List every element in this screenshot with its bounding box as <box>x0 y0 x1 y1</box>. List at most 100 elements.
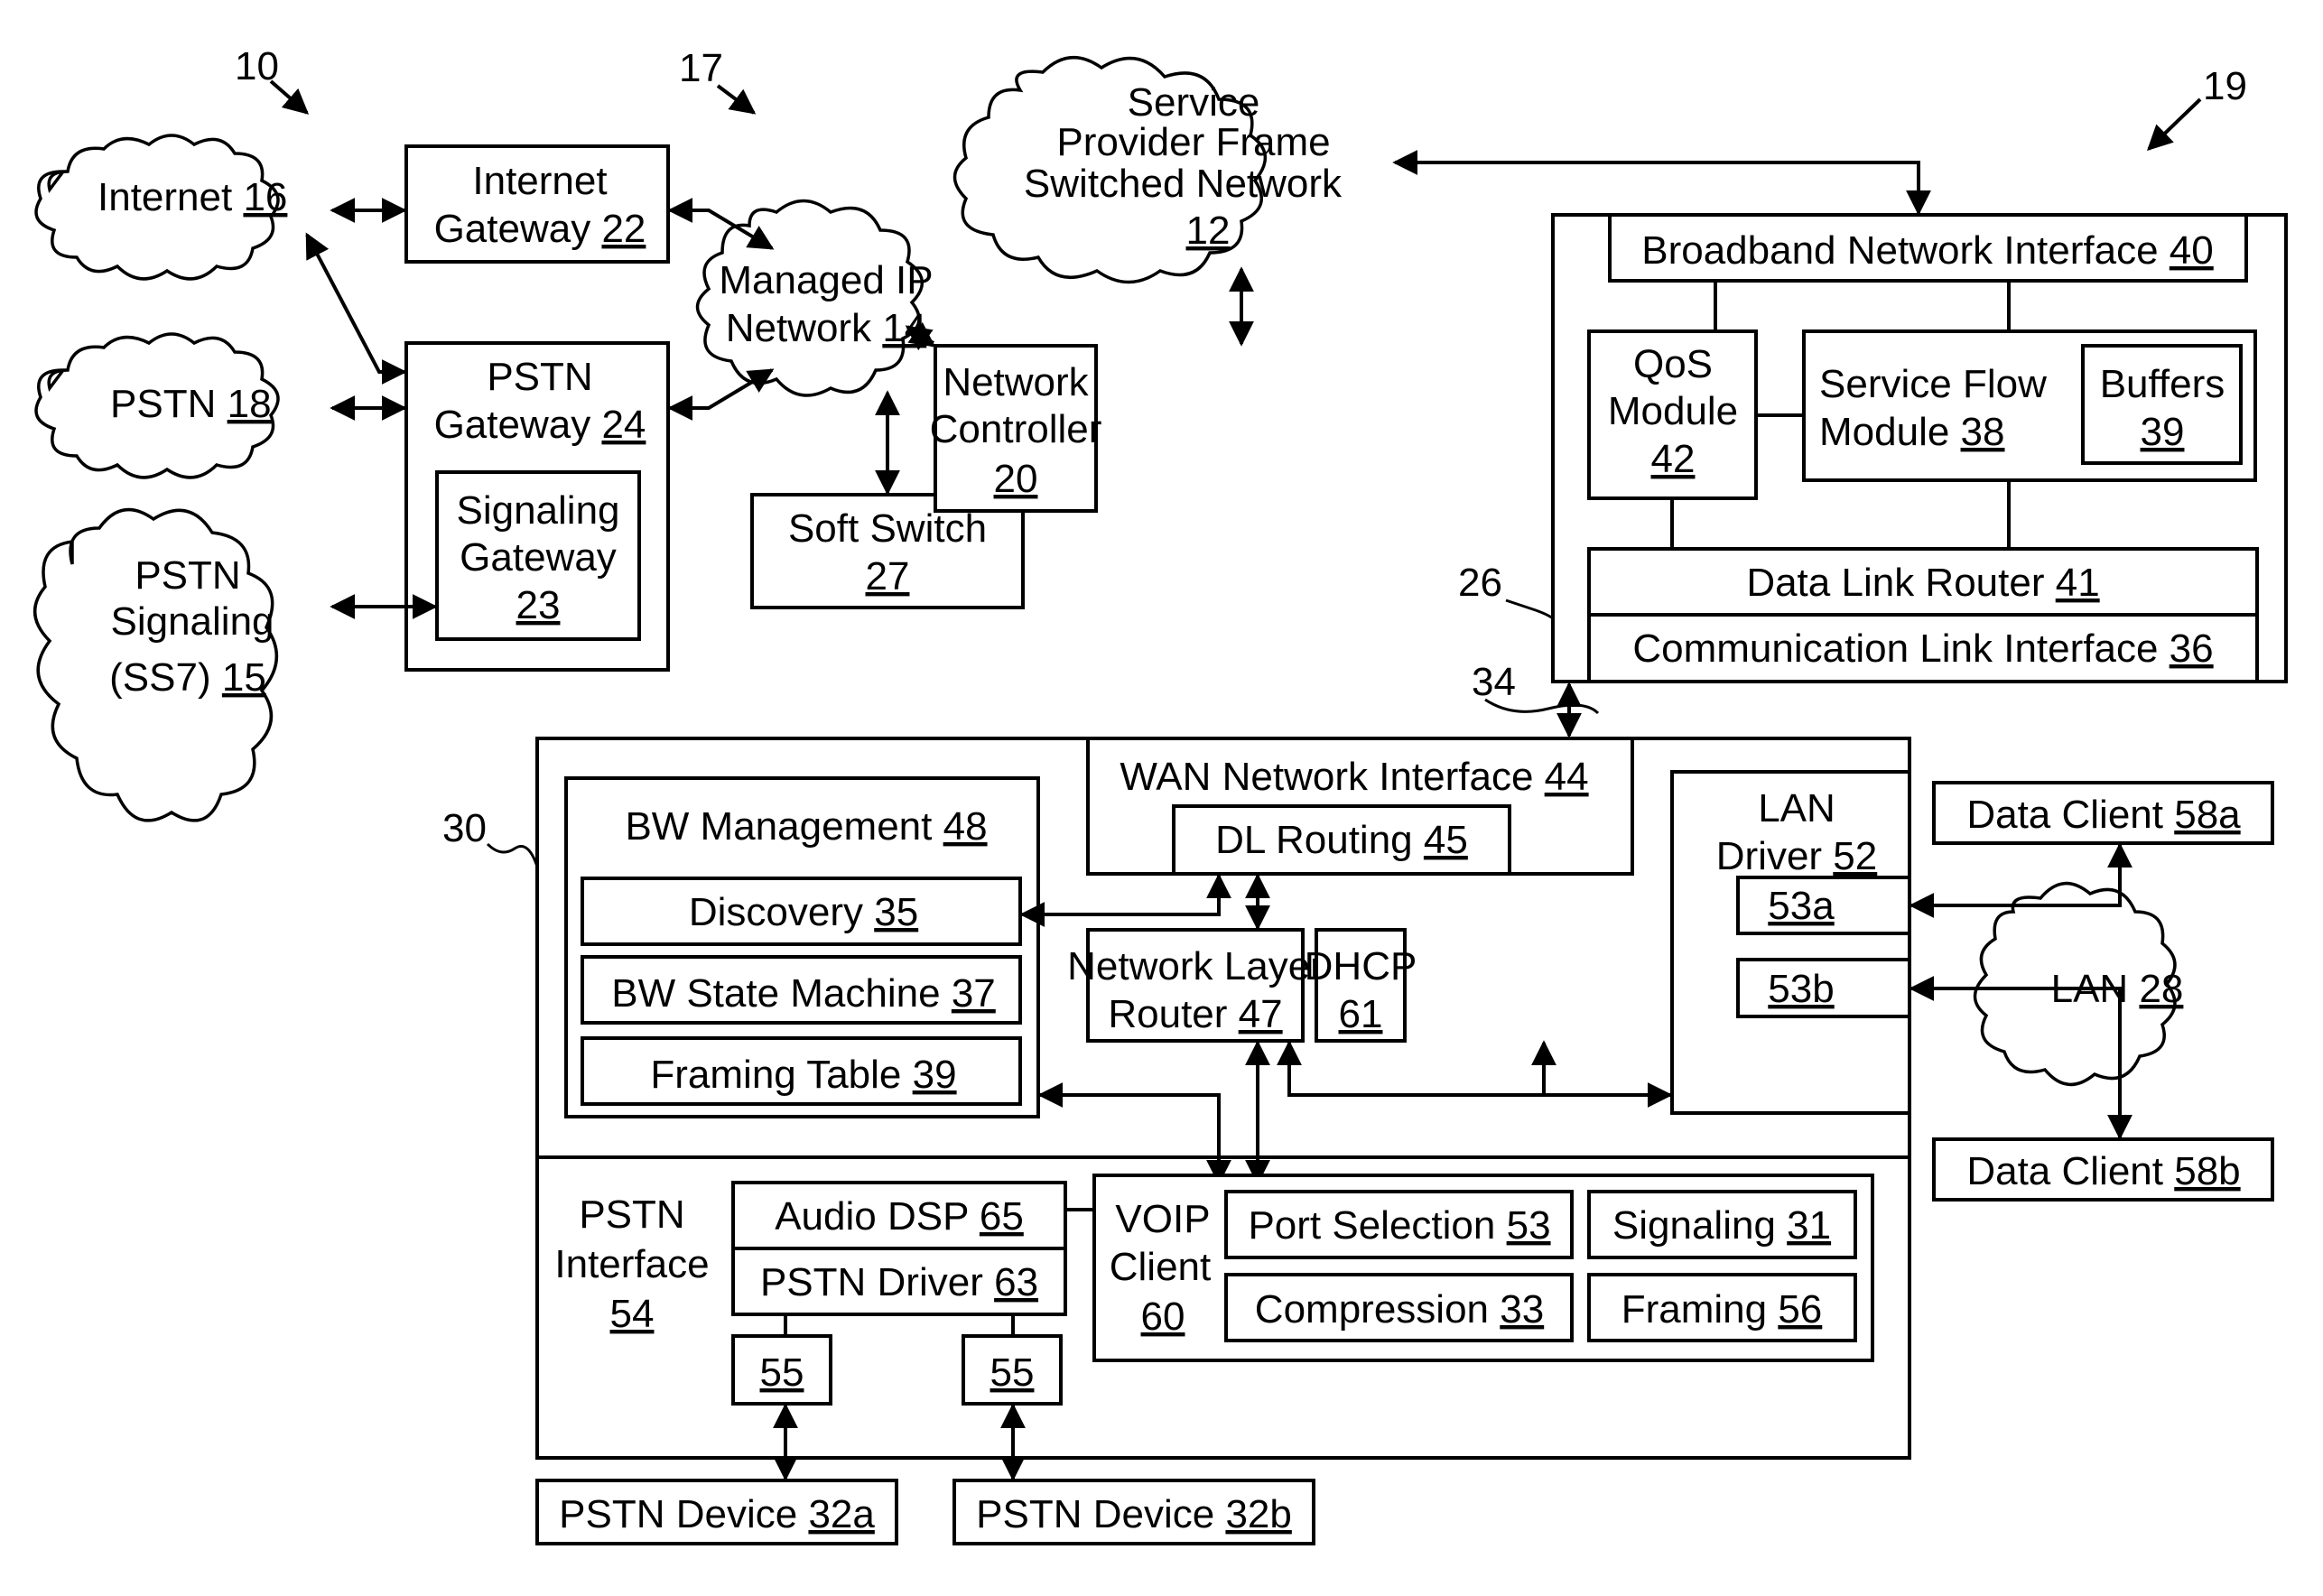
svg-text:Router 47: Router 47 <box>1108 992 1282 1036</box>
svg-text:Network: Network <box>943 360 1089 404</box>
svg-text:Interface: Interface <box>554 1242 709 1286</box>
svg-text:Internet: Internet <box>472 159 607 203</box>
svg-text:Managed IP: Managed IP <box>719 258 933 302</box>
leader-line-26 <box>1505 598 1554 620</box>
cloud-service-provider-network[interactable]: Service Provider Frame Switched Network … <box>952 55 1343 284</box>
access-device[interactable]: BW Management 48 Discovery 35 BW State M… <box>535 737 1911 1460</box>
svg-text:Data Link Router 41: Data Link Router 41 <box>1746 561 2099 605</box>
internet-gateway[interactable]: Internet Gateway 22 <box>404 144 670 264</box>
svg-text:Framing Table 39: Framing Table 39 <box>650 1053 956 1097</box>
bw-management[interactable]: BW Management 48 Discovery 35 BW State M… <box>564 776 1040 1118</box>
svg-text:Framing 56: Framing 56 <box>1621 1287 1823 1332</box>
svg-text:Switched Network: Switched Network <box>1024 162 1343 206</box>
ref-label-30: 30 <box>442 806 487 850</box>
svg-text:55: 55 <box>990 1350 1035 1395</box>
dhcp[interactable]: DHCP 61 <box>1305 928 1417 1043</box>
bw-state-machine[interactable]: BW State Machine 37 <box>581 955 1022 1025</box>
svg-text:20: 20 <box>994 457 1038 501</box>
port-selection[interactable]: Port Selection 53 <box>1224 1190 1574 1259</box>
pstn-device-32b[interactable]: PSTN Device 32b <box>952 1479 1315 1545</box>
data-link-router[interactable]: Data Link Router 41 <box>1587 547 2259 617</box>
service-flow-module[interactable]: Service Flow Module 38 Buffers 39 <box>1802 329 2257 482</box>
port-53a[interactable]: 53a <box>1736 876 1911 935</box>
svg-text:Network 14: Network 14 <box>726 306 927 350</box>
network-diagram: 10 17 19 Internet 16 PSTN 18 PSTN Signal… <box>33 44 2288 1545</box>
svg-text:17: 17 <box>679 46 723 90</box>
cloud-pstn-signaling[interactable]: PSTN Signaling (SS7) 15 <box>33 507 278 822</box>
port-55-b[interactable]: 55 <box>962 1334 1063 1406</box>
wan-network-interface[interactable]: WAN Network Interface 44 DL Routing 45 <box>1086 737 1634 876</box>
leader-line-30 <box>486 842 539 868</box>
cloud-pstn[interactable]: PSTN 18 <box>34 332 280 479</box>
cloud-lan[interactable]: LAN 28 <box>1973 881 2184 1087</box>
svg-text:23: 23 <box>516 583 561 627</box>
svg-text:19: 19 <box>2203 64 2247 108</box>
signaling[interactable]: Signaling 31 <box>1587 1190 1857 1259</box>
framing[interactable]: Framing 56 <box>1587 1273 1857 1342</box>
svg-text:Data Client 58a: Data Client 58a <box>1966 793 2241 837</box>
svg-text:12: 12 <box>1186 209 1231 253</box>
audio-dsp[interactable]: Audio DSP 65 <box>731 1181 1067 1250</box>
data-client-58a[interactable]: Data Client 58a <box>1932 781 2274 845</box>
svg-text:Data Client 58b: Data Client 58b <box>1966 1149 2240 1193</box>
svg-text:Network Layer: Network Layer <box>1067 944 1324 988</box>
svg-text:BW State Machine 37: BW State Machine 37 <box>611 971 996 1016</box>
framing-table[interactable]: Framing Table 39 <box>581 1036 1022 1106</box>
cloud-managed-ip-network[interactable]: Managed IP Network 14 <box>695 199 934 397</box>
qos-module[interactable]: QoS Module 42 <box>1587 329 1758 500</box>
dl-routing[interactable]: DL Routing 45 <box>1172 804 1511 876</box>
ref-label-10: 10 <box>235 44 310 115</box>
svg-text:55: 55 <box>760 1350 804 1395</box>
port-55-a[interactable]: 55 <box>731 1334 832 1406</box>
communication-link-interface[interactable]: Communication Link Interface 36 <box>1587 613 2259 683</box>
svg-text:PSTN: PSTN <box>487 355 592 399</box>
svg-text:LAN: LAN <box>1758 786 1835 830</box>
ref-label-26: 26 <box>1458 561 1502 605</box>
svg-text:Soft Switch: Soft Switch <box>788 506 987 551</box>
svg-text:Broadband Network Interface 40: Broadband Network Interface 40 <box>1641 228 2214 273</box>
pstn-driver[interactable]: PSTN Driver 63 <box>731 1247 1067 1316</box>
svg-text:Compression 33: Compression 33 <box>1255 1287 1544 1332</box>
svg-text:53b: 53b <box>1768 967 1834 1011</box>
svg-text:Signaling 31: Signaling 31 <box>1612 1203 1831 1248</box>
broadband-network-interface[interactable]: Broadband Network Interface 40 <box>1608 213 2248 283</box>
svg-text:Communication Link Interface 3: Communication Link Interface 36 <box>1632 626 2213 671</box>
pstn-gateway[interactable]: PSTN Gateway 24 Signaling Gateway 23 <box>404 341 670 672</box>
svg-text:27: 27 <box>866 554 910 598</box>
svg-text:PSTN Device 32b: PSTN Device 32b <box>976 1492 1292 1536</box>
svg-text:Internet 16: Internet 16 <box>98 175 287 219</box>
svg-text:Service Flow: Service Flow <box>1819 362 2047 406</box>
svg-text:PSTN Device 32a: PSTN Device 32a <box>559 1492 875 1536</box>
svg-text:Service: Service <box>1128 80 1260 125</box>
network-layer-router[interactable]: Network Layer Router 47 <box>1067 928 1324 1043</box>
svg-text:BW Management 48: BW Management 48 <box>625 804 987 849</box>
compression[interactable]: Compression 33 <box>1224 1273 1574 1342</box>
svg-text:VOIP: VOIP <box>1115 1197 1210 1241</box>
svg-text:Provider Frame: Provider Frame <box>1056 120 1330 164</box>
svg-text:53a: 53a <box>1768 884 1835 928</box>
svg-text:Discovery 35: Discovery 35 <box>689 890 918 934</box>
port-53b[interactable]: 53b <box>1736 958 1911 1018</box>
svg-text:Audio DSP 65: Audio DSP 65 <box>775 1194 1024 1239</box>
discovery[interactable]: Discovery 35 <box>581 877 1022 946</box>
ref-label-34: 34 <box>1472 660 1516 704</box>
service-provider-equipment[interactable]: Broadband Network Interface 40 QoS Modul… <box>1551 213 2288 683</box>
pstn-device-32a[interactable]: PSTN Device 32a <box>535 1479 898 1545</box>
svg-text:42: 42 <box>1651 437 1696 481</box>
ref-label-19: 19 <box>2146 64 2247 151</box>
data-client-58b[interactable]: Data Client 58b <box>1932 1137 2274 1202</box>
svg-text:PSTN Driver 63: PSTN Driver 63 <box>760 1260 1038 1304</box>
signaling-gateway[interactable]: Signaling Gateway 23 <box>435 470 641 641</box>
svg-text:Buffers: Buffers <box>2100 362 2225 406</box>
svg-text:Signaling: Signaling <box>110 599 274 644</box>
svg-text:Signaling: Signaling <box>456 488 619 533</box>
network-controller[interactable]: Network Controller 20 <box>930 344 1102 513</box>
buffers[interactable]: Buffers 39 <box>2081 344 2243 465</box>
svg-text:Gateway 24: Gateway 24 <box>434 403 646 447</box>
svg-text:Port Selection 53: Port Selection 53 <box>1248 1203 1550 1248</box>
voip-client[interactable]: VOIP Client 60 Port Selection 53 Signali… <box>1092 1174 1874 1362</box>
cloud-internet[interactable]: Internet 16 <box>34 134 287 281</box>
lan-driver[interactable]: LAN Driver 52 53a 53b <box>1670 770 1911 1115</box>
svg-text:(SS7) 15: (SS7) 15 <box>109 655 266 700</box>
svg-text:PSTN 18: PSTN 18 <box>110 382 272 426</box>
